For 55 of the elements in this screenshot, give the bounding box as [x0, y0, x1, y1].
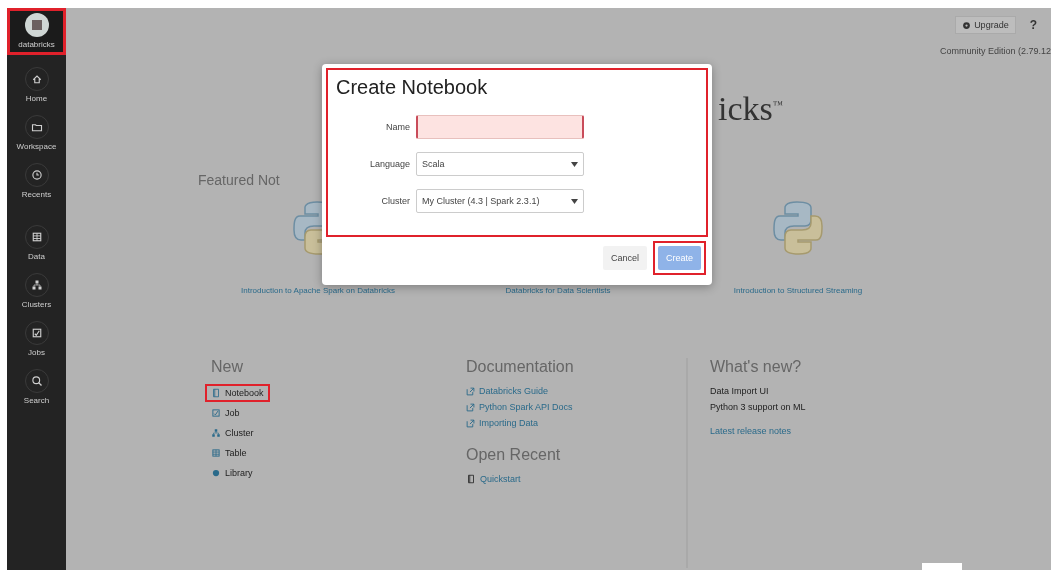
- external-link-icon: [466, 418, 475, 428]
- python-logo-icon: [772, 200, 824, 256]
- help-button[interactable]: ?: [1029, 18, 1037, 32]
- new-item-link[interactable]: Table: [207, 446, 251, 460]
- notebook-icon: [466, 474, 476, 484]
- dot-icon: [211, 468, 221, 478]
- clock-icon: [30, 169, 43, 181]
- cluster-icon: [30, 279, 43, 291]
- sidebar-item[interactable]: Recents: [7, 163, 66, 199]
- sidebar-item[interactable]: Workspace: [7, 115, 66, 151]
- brand-title: icks$^{™}$: [718, 90, 783, 128]
- sidebar-item[interactable]: Search: [7, 369, 66, 405]
- section-heading: What's new?: [710, 358, 803, 376]
- cluster-icon: [211, 428, 221, 438]
- checkbox-icon: [211, 408, 221, 418]
- search-icon: [30, 375, 43, 387]
- field-label: Cluster: [380, 196, 410, 206]
- sidebar-item[interactable]: Home: [7, 67, 66, 103]
- edition-label: Community Edition (2.79.12: [939, 46, 1051, 56]
- dialog-title: Create Notebook: [336, 76, 489, 99]
- news-item: Data Import UI: [710, 386, 769, 396]
- section-heading: Open Recent: [466, 446, 562, 464]
- external-link-icon: [466, 386, 475, 396]
- select-field[interactable]: My Cluster (4.3 | Spark 2.3.1): [416, 189, 584, 213]
- new-item-link[interactable]: Library: [207, 466, 257, 480]
- news-item: Python 3 support on ML: [710, 402, 806, 412]
- section-heading: Documentation: [466, 358, 575, 376]
- cancel-button[interactable]: Cancel: [602, 246, 647, 270]
- table-icon: [30, 231, 43, 243]
- external-link-icon: [466, 402, 475, 412]
- section-heading: New: [211, 358, 244, 376]
- logo-label: databricks: [18, 40, 55, 49]
- name-field[interactable]: [416, 115, 584, 139]
- sidebar-item[interactable]: Data: [7, 225, 66, 261]
- upgrade-button[interactable]: Upgrade: [955, 16, 1016, 34]
- logo-icon: [23, 12, 50, 38]
- field-label: Name: [385, 122, 410, 132]
- new-item-link[interactable]: Notebook: [207, 386, 268, 400]
- sidebar-item[interactable]: Jobs: [7, 321, 66, 357]
- notebook-icon: [211, 388, 221, 398]
- caret-icon: [571, 161, 578, 167]
- section-heading: Featured Not: [198, 172, 281, 188]
- select-field[interactable]: Scala: [416, 152, 584, 176]
- field-label: Language: [368, 159, 410, 169]
- table-icon: [211, 448, 221, 458]
- caret-icon: [571, 198, 578, 204]
- folder-icon: [30, 121, 43, 133]
- home-icon: [30, 73, 43, 85]
- new-item-link[interactable]: Job: [207, 406, 244, 420]
- python-logo-icon: [292, 200, 322, 256]
- sidebar-item[interactable]: Clusters: [7, 273, 66, 309]
- checkbox-icon: [30, 327, 43, 339]
- new-item-link[interactable]: Cluster: [207, 426, 258, 440]
- logo-panel[interactable]: databricks: [7, 8, 66, 55]
- gear-icon: [962, 20, 972, 30]
